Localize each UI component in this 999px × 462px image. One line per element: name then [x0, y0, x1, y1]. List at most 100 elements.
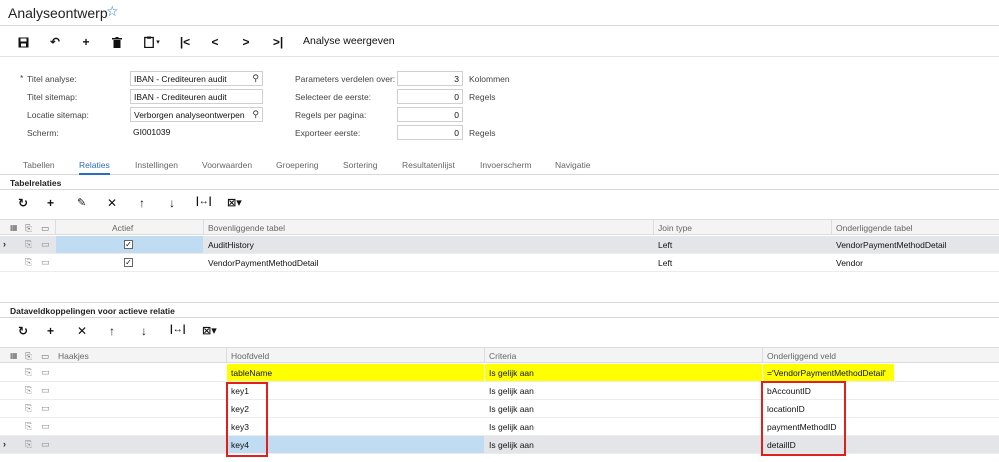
- table-row[interactable]: ⎘ ▭ key3 Is gelijk aan paymentMethodID: [0, 418, 999, 436]
- tab-tabellen[interactable]: Tabellen: [23, 160, 55, 170]
- clipboard-icon[interactable]: ▾: [140, 33, 164, 51]
- refresh-icon[interactable]: ↻: [18, 324, 28, 338]
- table-row[interactable]: › ⎘ ▭ ✓ AuditHistory Left VendorPaymentM…: [0, 236, 999, 254]
- title-sitemap-label: Titel sitemap:: [27, 92, 78, 102]
- title-sitemap-input[interactable]: IBAN - Crediteuren audit: [130, 89, 263, 104]
- note-icon[interactable]: ▭: [41, 257, 50, 268]
- save-icon[interactable]: [14, 33, 32, 51]
- tab-instellingen[interactable]: Instellingen: [135, 160, 178, 170]
- table-row[interactable]: ⎘ ▭ key1 Is gelijk aan bAccountID: [0, 382, 999, 400]
- arrow-down-icon[interactable]: ↓: [141, 324, 147, 338]
- note-icon[interactable]: ▭: [41, 403, 50, 414]
- tab-invoerscherm[interactable]: Invoerscherm: [480, 160, 532, 170]
- arrow-down-icon[interactable]: ↓: [169, 196, 175, 210]
- close-icon[interactable]: ✕: [77, 324, 87, 338]
- parent-table-cell[interactable]: VendorPaymentMethodDetail: [204, 254, 323, 271]
- active-checkbox[interactable]: ✓: [124, 240, 133, 249]
- export-first-label: Exporteer eerste:: [295, 128, 361, 138]
- close-icon[interactable]: ✕: [107, 196, 117, 210]
- criteria-cell[interactable]: Is gelijk aan: [485, 400, 538, 417]
- tab-groepering[interactable]: Groepering: [276, 160, 319, 170]
- fit-columns-icon[interactable]: |↔|: [170, 324, 186, 335]
- tab-sortering[interactable]: Sortering: [343, 160, 378, 170]
- location-sitemap-input[interactable]: Verborgen analyseontwerpen ⚲: [130, 107, 263, 122]
- column-header-join[interactable]: Join type: [658, 223, 692, 233]
- sub-field-cell[interactable]: ='VendorPaymentMethodDetail': [763, 364, 894, 381]
- export-excel-icon[interactable]: ⊠▾: [227, 196, 242, 209]
- child-table-cell[interactable]: Vendor: [832, 254, 867, 271]
- join-type-cell[interactable]: Left: [654, 236, 676, 253]
- main-field-cell[interactable]: tableName: [227, 364, 484, 381]
- column-header-criteria[interactable]: Criteria: [489, 351, 516, 361]
- edit-icon[interactable]: ✎: [77, 196, 86, 209]
- table-row[interactable]: › ⎘ ▭ key4 Is gelijk aan detailID: [0, 436, 999, 454]
- next-icon[interactable]: >: [237, 33, 255, 51]
- grid-settings-icon[interactable]: ▦: [10, 351, 18, 360]
- fit-columns-icon[interactable]: |↔|: [196, 196, 212, 207]
- export-first-input[interactable]: 0: [397, 125, 463, 140]
- relations-toolbar: ↻ + ✎ ✕ ↑ ↓ |↔| ⊠▾: [0, 194, 999, 214]
- note-icon[interactable]: ▭: [41, 367, 50, 378]
- child-table-cell[interactable]: VendorPaymentMethodDetail: [832, 236, 951, 253]
- column-header-child[interactable]: Onderliggende tabel: [836, 223, 913, 233]
- refresh-icon[interactable]: ↻: [18, 196, 28, 210]
- parent-table-cell[interactable]: AuditHistory: [204, 236, 258, 253]
- plus-icon[interactable]: +: [47, 196, 54, 210]
- column-divider: [762, 348, 763, 363]
- note-icon: ▭: [41, 223, 50, 233]
- join-type-cell[interactable]: Left: [654, 254, 676, 271]
- note-icon: ▭: [41, 351, 50, 361]
- search-icon[interactable]: ⚲: [252, 109, 259, 120]
- attachment-icon[interactable]: ⎘: [25, 403, 32, 414]
- select-first-input[interactable]: 0: [397, 89, 463, 104]
- note-icon[interactable]: ▭: [41, 385, 50, 396]
- arrow-up-icon[interactable]: ↑: [139, 196, 145, 210]
- column-header-main-field[interactable]: Hoofdveld: [231, 351, 269, 361]
- show-analysis-button[interactable]: Analyse weergeven: [303, 35, 395, 47]
- grid-settings-icon[interactable]: ▦: [10, 223, 18, 232]
- star-icon[interactable]: ☆: [106, 3, 119, 20]
- table-row[interactable]: ⎘ ▭ key2 Is gelijk aan locationID: [0, 400, 999, 418]
- last-icon[interactable]: >|: [268, 33, 288, 51]
- page-title: Analyseontwerp: [8, 5, 108, 21]
- prev-icon[interactable]: <: [206, 33, 224, 51]
- rows-per-page-input[interactable]: 0: [397, 107, 463, 122]
- undo-icon[interactable]: ↶: [46, 33, 64, 51]
- note-icon[interactable]: ▭: [41, 239, 50, 250]
- attachment-icon[interactable]: ⎘: [25, 257, 32, 268]
- attachment-icon[interactable]: ⎘: [25, 439, 32, 450]
- column-divider: [226, 348, 227, 363]
- arrow-up-icon[interactable]: ↑: [109, 324, 115, 338]
- criteria-cell[interactable]: Is gelijk aan: [485, 364, 762, 381]
- plus-icon[interactable]: +: [77, 33, 95, 51]
- column-header-active[interactable]: Actief: [112, 223, 133, 233]
- active-checkbox[interactable]: ✓: [124, 258, 133, 267]
- tab-resultatenlijst[interactable]: Resultatenlijst: [402, 160, 455, 170]
- criteria-cell[interactable]: Is gelijk aan: [485, 436, 538, 453]
- attachment-icon[interactable]: ⎘: [25, 421, 32, 432]
- attachment-icon[interactable]: ⎘: [25, 385, 32, 396]
- tab-navigatie[interactable]: Navigatie: [555, 160, 590, 170]
- active-cell[interactable]: ✓: [56, 236, 203, 253]
- table-row[interactable]: ⎘ ▭ tableName Is gelijk aan ='VendorPaym…: [0, 364, 999, 382]
- note-icon[interactable]: ▭: [41, 421, 50, 432]
- attachment-icon[interactable]: ⎘: [25, 239, 32, 250]
- attachment-icon[interactable]: ⎘: [25, 367, 32, 378]
- title-analysis-input[interactable]: IBAN - Crediteuren audit ⚲: [130, 71, 263, 86]
- column-header-sub-field[interactable]: Onderliggend veld: [767, 351, 836, 361]
- links-toolbar: ↻ + ✕ ↑ ↓ |↔| ⊠▾: [0, 322, 999, 342]
- criteria-cell[interactable]: Is gelijk aan: [485, 418, 538, 435]
- first-icon[interactable]: |<: [176, 33, 194, 51]
- trash-icon[interactable]: [108, 33, 126, 51]
- search-icon[interactable]: ⚲: [252, 73, 259, 84]
- criteria-cell[interactable]: Is gelijk aan: [485, 382, 538, 399]
- export-excel-icon[interactable]: ⊠▾: [202, 324, 217, 337]
- tab-relaties[interactable]: Relaties: [79, 160, 110, 175]
- note-icon[interactable]: ▭: [41, 439, 50, 450]
- params-distribute-input[interactable]: 3: [397, 71, 463, 86]
- column-header-brackets[interactable]: Haakjes: [58, 351, 89, 361]
- column-header-parent[interactable]: Bovenliggende tabel: [208, 223, 285, 233]
- tab-voorwaarden[interactable]: Voorwaarden: [202, 160, 252, 170]
- table-row[interactable]: ⎘ ▭ ✓ VendorPaymentMethodDetail Left Ven…: [0, 254, 999, 272]
- plus-icon[interactable]: +: [47, 324, 54, 338]
